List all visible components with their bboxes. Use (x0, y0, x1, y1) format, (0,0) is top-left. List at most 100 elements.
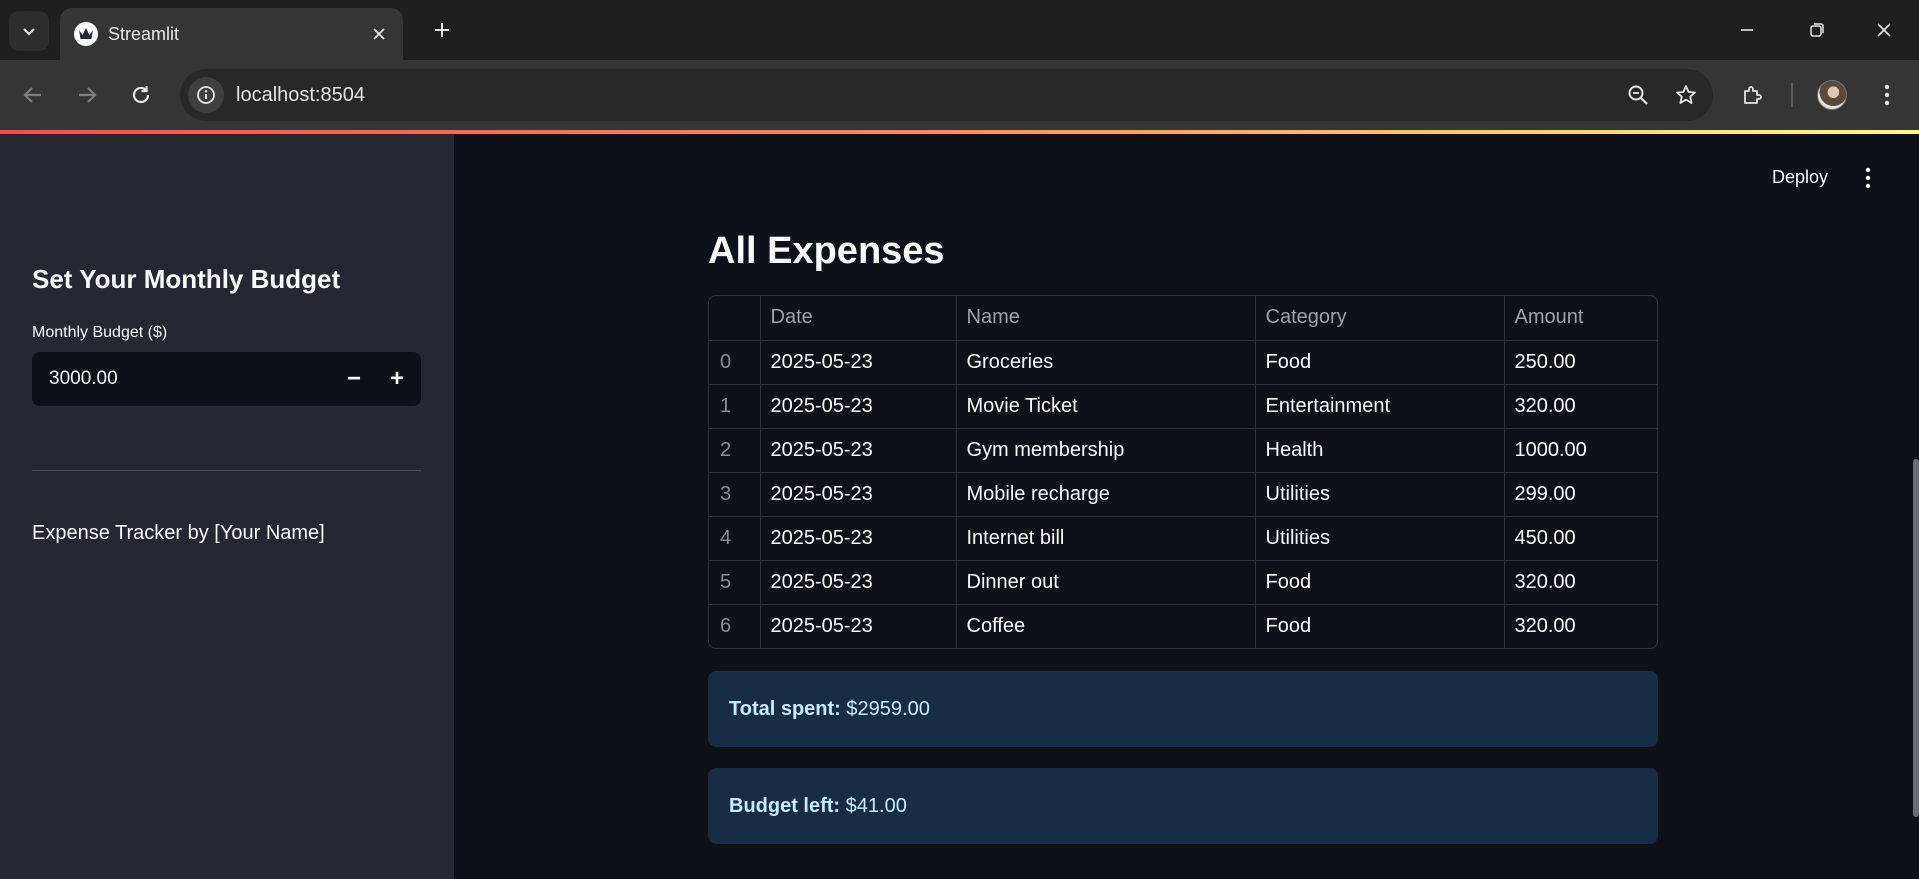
restore-window-button[interactable] (1795, 10, 1839, 50)
cell-amount[interactable]: 1000.00 (1504, 428, 1657, 473)
browser-tab[interactable]: Streamlit (60, 8, 403, 60)
cell-category[interactable]: Utilities (1255, 472, 1505, 517)
table-row: 0 2025-05-23 Groceries Food 250.00 (709, 340, 1657, 385)
row-index: 1 (709, 384, 761, 429)
forward-button[interactable] (67, 75, 107, 115)
tab-close-button[interactable] (365, 20, 393, 48)
toolbar-separator (1791, 83, 1793, 107)
new-tab-button[interactable] (424, 12, 460, 48)
chevron-down-icon (23, 28, 35, 36)
decrement-button[interactable]: − (334, 359, 374, 399)
cell-name[interactable]: Gym membership (956, 428, 1256, 473)
cell-amount[interactable]: 299.00 (1504, 472, 1657, 517)
total-spent-value: $2959.00 (840, 698, 930, 720)
budget-label: Monthly Budget ($) (32, 324, 168, 341)
close-window-button[interactable] (1862, 10, 1906, 50)
budget-left-value: $41.00 (840, 795, 907, 817)
cell-amount[interactable]: 320.00 (1504, 384, 1657, 429)
info-icon (197, 86, 215, 104)
cell-date[interactable]: 2025-05-23 (760, 340, 957, 385)
cell-category[interactable]: Food (1255, 604, 1505, 648)
cell-category[interactable]: Utilities (1255, 516, 1505, 561)
cell-amount[interactable]: 320.00 (1504, 560, 1657, 605)
cell-name[interactable]: Mobile recharge (956, 472, 1256, 517)
address-bar[interactable]: localhost:8504 (180, 69, 1713, 121)
column-header-amount[interactable]: Amount (1504, 296, 1657, 341)
profile-button[interactable] (1812, 75, 1852, 115)
table-row: 1 2025-05-23 Movie Ticket Entertainment … (709, 384, 1657, 429)
cell-category[interactable]: Entertainment (1255, 384, 1505, 429)
puzzle-icon (1744, 86, 1762, 104)
sidebar-footer-text: Expense Tracker by [Your Name] (32, 522, 325, 544)
zoom-out-icon (1628, 85, 1648, 105)
row-index: 4 (709, 516, 761, 561)
minimize-icon (1741, 29, 1753, 31)
reload-button[interactable] (121, 75, 161, 115)
cell-name[interactable]: Dinner out (956, 560, 1256, 605)
column-header-name[interactable]: Name (956, 296, 1256, 341)
sidebar-title: Set Your Monthly Budget (32, 264, 341, 294)
cell-date[interactable]: 2025-05-23 (760, 384, 957, 429)
avatar (1817, 80, 1847, 110)
column-header-index[interactable] (709, 296, 761, 341)
minus-icon: − (346, 365, 361, 392)
table-header-row: Date Name Category Amount (709, 296, 1657, 341)
table-row: 2 2025-05-23 Gym membership Health 1000.… (709, 428, 1657, 473)
reload-icon (132, 86, 150, 104)
extensions-button[interactable] (1733, 75, 1773, 115)
arrow-right-icon (79, 87, 97, 103)
tab-search-button[interactable] (9, 11, 49, 51)
site-info-button[interactable] (188, 77, 224, 113)
restore-icon (1810, 23, 1824, 37)
cell-name[interactable]: Movie Ticket (956, 384, 1256, 429)
bookmark-button[interactable] (1668, 77, 1704, 113)
cell-amount[interactable]: 250.00 (1504, 340, 1657, 385)
sidebar-divider (32, 470, 421, 471)
cell-date[interactable]: 2025-05-23 (760, 428, 957, 473)
browser-menu-button[interactable] (1867, 75, 1907, 115)
cell-date[interactable]: 2025-05-23 (760, 560, 957, 605)
tab-title: Streamlit (108, 24, 180, 44)
table-row: 5 2025-05-23 Dinner out Food 320.00 (709, 560, 1657, 605)
zoom-button[interactable] (1620, 77, 1656, 113)
expenses-table[interactable]: Date Name Category Amount 0 2025-05-23 G… (708, 295, 1658, 649)
table-row: 6 2025-05-23 Coffee Food 320.00 (709, 604, 1657, 648)
table-row: 4 2025-05-23 Internet bill Utilities 450… (709, 516, 1657, 561)
row-index: 6 (709, 604, 761, 648)
main-content: Deploy All Expenses Date Name Category A… (454, 134, 1919, 879)
back-button[interactable] (13, 75, 53, 115)
deploy-button[interactable]: Deploy (1772, 165, 1828, 189)
cell-category[interactable]: Food (1255, 340, 1505, 385)
budget-number-input[interactable]: 3000.00 − + (32, 352, 421, 406)
cell-amount[interactable]: 450.00 (1504, 516, 1657, 561)
row-index: 2 (709, 428, 761, 473)
cell-category[interactable]: Health (1255, 428, 1505, 473)
cell-date[interactable]: 2025-05-23 (760, 472, 957, 517)
cell-name[interactable]: Internet bill (956, 516, 1256, 561)
plus-icon (435, 23, 449, 37)
browser-tab-bar: Streamlit (0, 0, 1919, 60)
row-index: 0 (709, 340, 761, 385)
column-header-date[interactable]: Date (760, 296, 957, 341)
budget-left-label: Budget left: (729, 795, 841, 817)
app-menu-button[interactable] (1854, 164, 1882, 192)
total-spent-text: Total spent: $2959.00 (729, 697, 930, 721)
budget-left-text: Budget left: $41.00 (729, 794, 907, 818)
sidebar: Set Your Monthly Budget Monthly Budget (… (0, 134, 454, 879)
more-vertical-icon (1884, 84, 1890, 106)
increment-button[interactable]: + (377, 359, 417, 399)
minimize-window-button[interactable] (1725, 10, 1769, 50)
cell-date[interactable]: 2025-05-23 (760, 604, 957, 648)
budget-value[interactable]: 3000.00 (49, 367, 118, 391)
table-row: 3 2025-05-23 Mobile recharge Utilities 2… (709, 472, 1657, 517)
cell-name[interactable]: Coffee (956, 604, 1256, 648)
cell-category[interactable]: Food (1255, 560, 1505, 605)
cell-date[interactable]: 2025-05-23 (760, 516, 957, 561)
cell-name[interactable]: Groceries (956, 340, 1256, 385)
column-header-category[interactable]: Category (1255, 296, 1505, 341)
browser-toolbar: localhost:8504 (0, 60, 1919, 130)
more-vertical-icon (1865, 167, 1871, 189)
scrollbar[interactable] (1913, 459, 1919, 817)
cell-amount[interactable]: 320.00 (1504, 604, 1657, 648)
row-index: 5 (709, 560, 761, 605)
